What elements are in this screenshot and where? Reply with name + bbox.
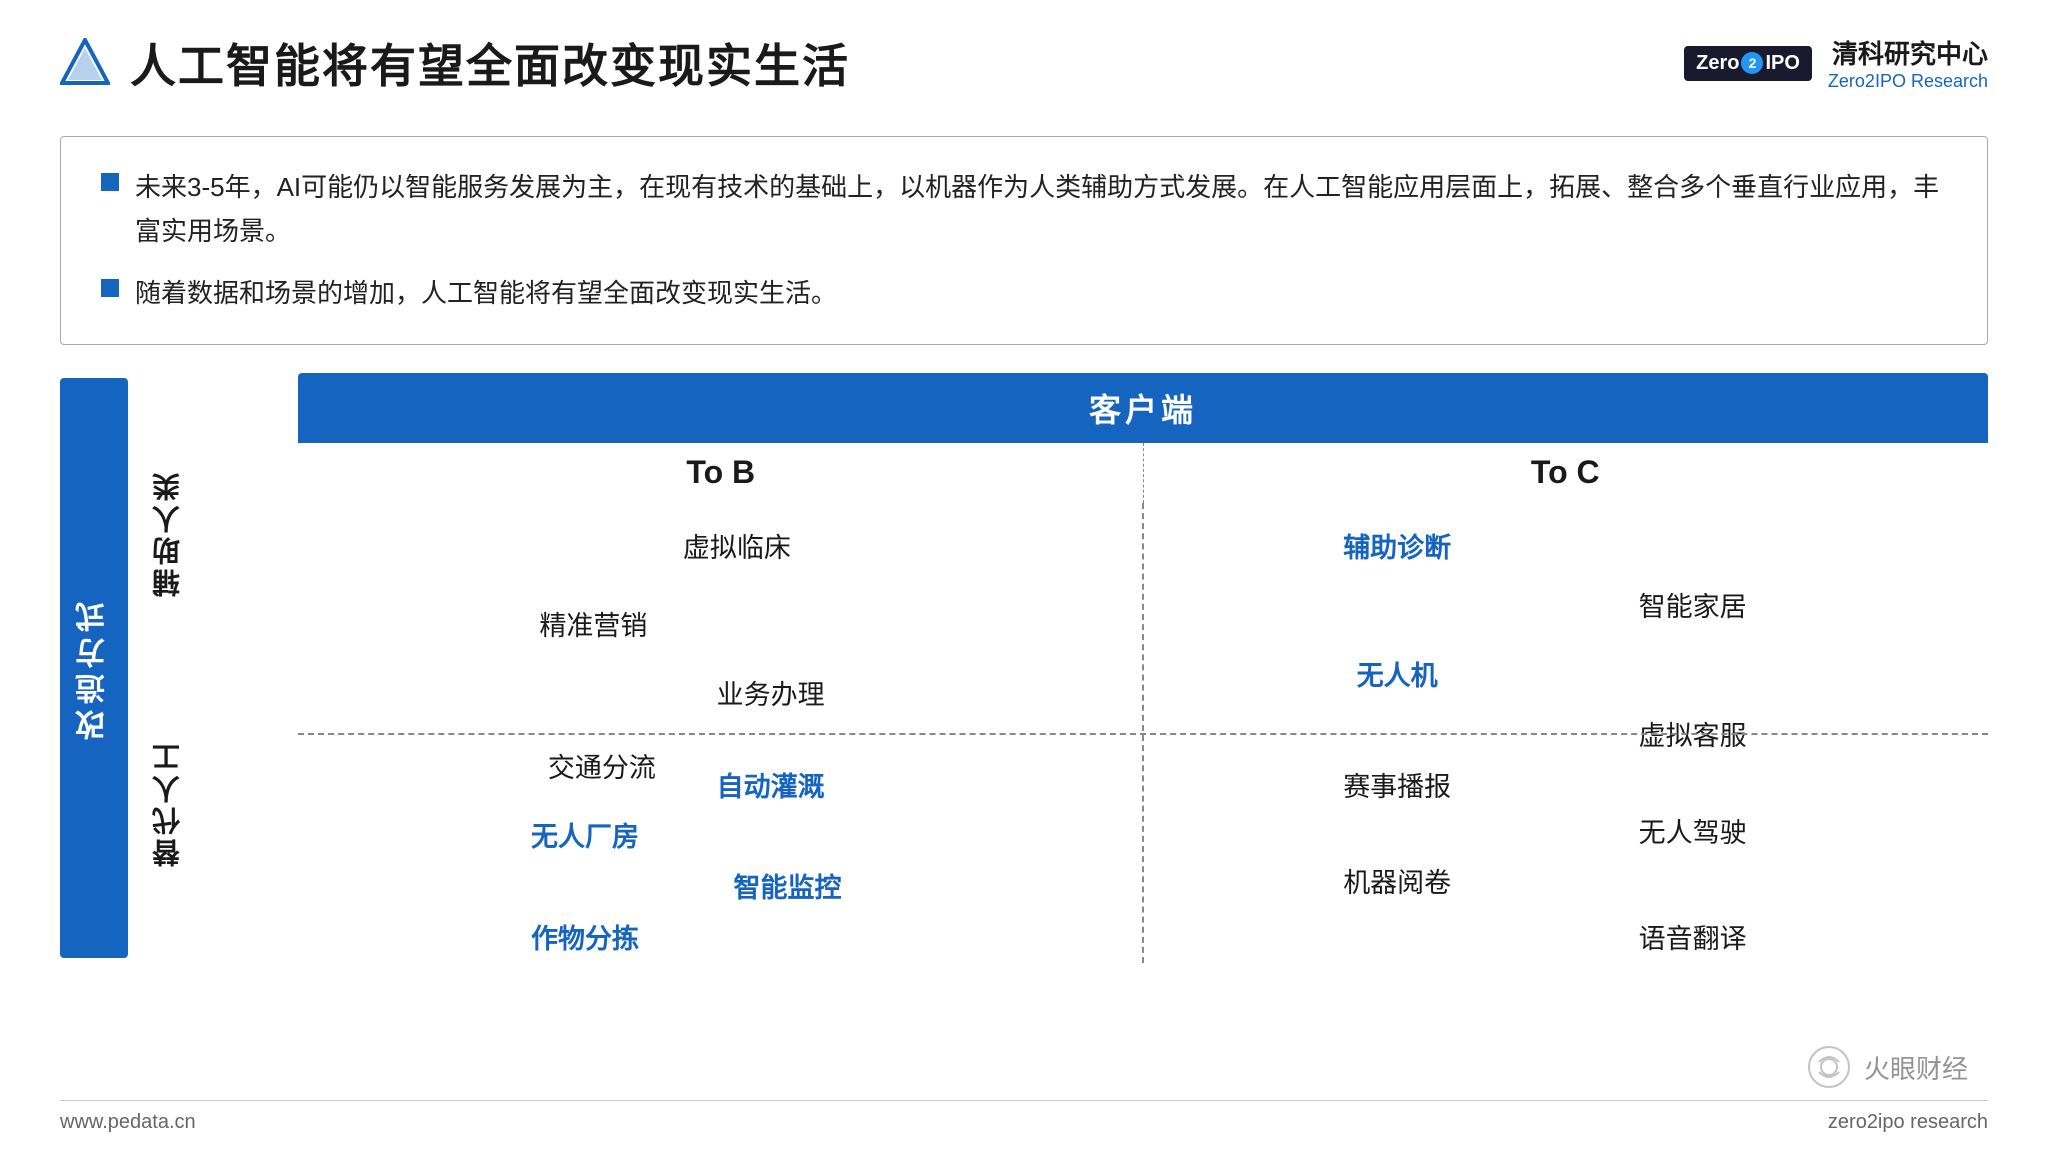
customer-header-text: 客户端 — [1089, 385, 1197, 431]
item-virtual-clinic: 虚拟临床 — [683, 526, 791, 565]
text-box: 未来3-5年，AI可能仍以智能服务发展为主，在现有技术的基础上，以机器作为人类辅… — [60, 136, 1988, 345]
page-container: 人工智能将有望全面改变现实生活 Zero 2 IPO 清科研究中心 Zero2I… — [0, 0, 2048, 1152]
item-unmanned-factory: 无人厂房 — [531, 815, 639, 854]
item-traffic-diversion: 交通分流 — [548, 746, 656, 785]
bullet-square-1 — [101, 173, 119, 191]
logo-area: Zero 2 IPO 清科研究中心 Zero2IPO Research — [1684, 34, 1988, 92]
bullet-item-2: 随着数据和场景的增加，人工智能将有望全面改变现实生活。 — [101, 271, 1947, 315]
bullet-item-1: 未来3-5年，AI可能仍以智能服务发展为主，在现有技术的基础上，以机器作为人类辅… — [101, 165, 1947, 253]
col-header-b: To B — [299, 443, 1144, 503]
triangle-icon — [60, 38, 110, 88]
footer: www.pedata.cn zero2ipo research — [60, 1100, 1988, 1134]
left-axis: 改造方式 辅助人类 替代人工 — [60, 373, 268, 963]
logo-2: 2 — [1741, 52, 1763, 74]
org-name-cn: 清科研究中心 — [1828, 34, 1988, 71]
col-header-c: To C — [1144, 443, 1988, 503]
col-label-b: To B — [686, 454, 755, 491]
item-precision-marketing: 精准营销 — [539, 604, 647, 643]
row-label-1: 辅助人类 — [148, 469, 268, 597]
matrix-content: 客户端 To B To C 虚拟临床 精准营销 — [298, 373, 1988, 963]
axis-blue-bar: 改造方式 — [60, 378, 128, 958]
quadrant-area: 虚拟临床 精准营销 业务办理 交通分流 自动灌溉 无人厂房 智能监控 作物分拣 … — [298, 503, 1988, 963]
org-name: 清科研究中心 Zero2IPO Research — [1828, 34, 1988, 92]
matrix-section: 改造方式 辅助人类 替代人工 客户端 To B To C — [60, 373, 1988, 963]
bullet-text-1: 未来3-5年，AI可能仍以智能服务发展为主，在现有技术的基础上，以机器作为人类辅… — [135, 165, 1947, 253]
watermark-text: 火眼财经 — [1864, 1049, 1968, 1086]
item-assisted-diagnosis: 辅助诊断 — [1343, 526, 1451, 565]
item-voice-translation: 语音翻译 — [1639, 917, 1747, 956]
item-auto-irrigation: 自动灌溉 — [717, 765, 825, 804]
bullet-text-2: 随着数据和场景的增加，人工智能将有望全面改变现实生活。 — [135, 271, 837, 315]
col-label-c: To C — [1531, 454, 1600, 491]
title-area: 人工智能将有望全面改变现实生活 — [60, 30, 850, 96]
watermark-icon — [1804, 1042, 1854, 1092]
h-divider — [298, 733, 1988, 735]
zero2ipo-logo-box: Zero 2 IPO — [1684, 46, 1812, 81]
logo-ipo: IPO — [1765, 52, 1799, 75]
axis-labels-col: 辅助人类 替代人工 — [148, 378, 268, 958]
page-title: 人工智能将有望全面改变现实生活 — [130, 30, 850, 96]
item-machine-grading: 机器阅卷 — [1343, 861, 1451, 900]
footer-left: www.pedata.cn — [60, 1111, 196, 1134]
header: 人工智能将有望全面改变现实生活 Zero 2 IPO 清科研究中心 Zero2I… — [60, 0, 1988, 116]
org-name-en: Zero2IPO Research — [1828, 71, 1988, 92]
item-drone: 无人机 — [1357, 654, 1438, 693]
item-smart-home: 智能家居 — [1639, 585, 1747, 624]
axis-label-main: 改造方式 — [72, 596, 116, 740]
item-sports-broadcast: 赛事播报 — [1343, 765, 1451, 804]
item-crop-sorting: 作物分拣 — [531, 917, 639, 956]
logo-zero: Zero — [1696, 52, 1739, 75]
footer-right: zero2ipo research — [1828, 1111, 1988, 1134]
watermark: 火眼财经 — [1804, 1042, 1968, 1092]
row-label-2: 替代人工 — [148, 739, 268, 867]
bullet-square-2 — [101, 279, 119, 297]
item-autonomous-driving: 无人驾驶 — [1639, 811, 1747, 850]
item-smart-surveillance: 智能监控 — [734, 866, 842, 905]
customer-header: 客户端 — [298, 373, 1988, 443]
col-headers: To B To C — [298, 443, 1988, 503]
item-business-handling: 业务办理 — [717, 673, 825, 712]
